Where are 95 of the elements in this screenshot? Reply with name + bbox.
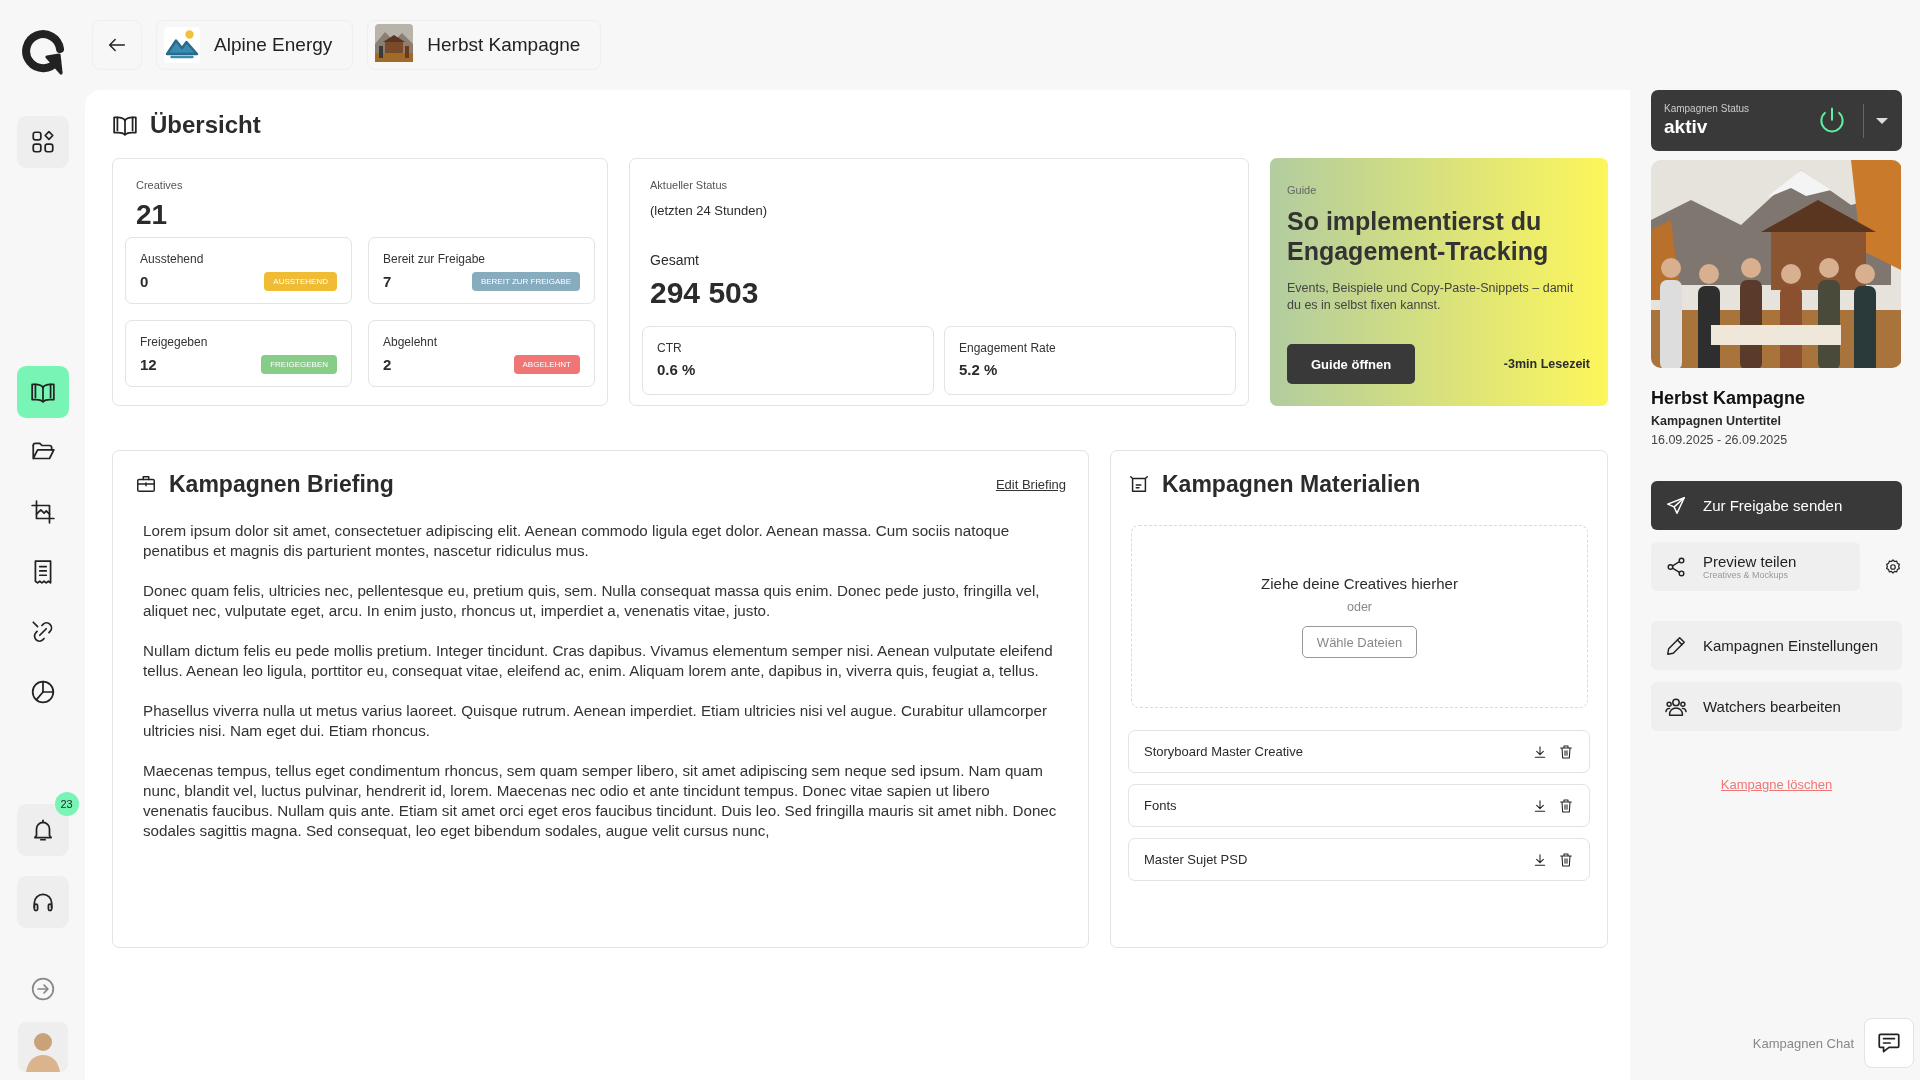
action-label: Preview teilen [1703, 553, 1797, 570]
caret-icon [1876, 117, 1888, 124]
action-sublabel: Creatives & Mockups [1703, 570, 1790, 580]
arrow-circle-icon [29, 976, 56, 1002]
status-count: 12 [140, 356, 157, 373]
drop-text: Ziehe deine Creatives hierher [1261, 575, 1458, 592]
paragraph: Nullam dictum felis eu pede mollis pretium. Integer tincidunt. Cras dapibus. Vivamus elementum semper nisi. Aenean vulputate eleifend tellus. Aenean leo ligula, porttitor eu, consequat vitae, eleifend ac, enim. Aliquam lorem ante, dapibus in, viverra quis, feugiat a, tellus. [143, 641, 1054, 681]
period-text: (letzten 24 Stunden) [650, 203, 769, 218]
guide-text: Events, Beispiele und Copy-Paste-Snippets – damit du es in selbst fixen kannst. [1287, 280, 1575, 314]
delete-button[interactable] [1558, 797, 1574, 814]
settings-icon [1884, 557, 1902, 576]
avatar-icon [17, 1022, 68, 1072]
status-count: 2 [383, 356, 392, 373]
file-row[interactable]: Master Sujet PSD [1128, 838, 1590, 881]
card-title: Kampagnen Briefing [169, 470, 394, 498]
chat-icon [1876, 1030, 1902, 1056]
share-icon [1665, 555, 1687, 578]
status-badge: BEREIT ZUR FREIGABE [471, 272, 580, 291]
status-count: 0 [140, 273, 149, 290]
trash-icon [1558, 743, 1574, 760]
status-badge: AUSSTEHEND [264, 272, 337, 291]
crop-icon [29, 499, 56, 525]
card-title: Kampagnen Materialien [1162, 470, 1421, 498]
campaign-subtitle: Kampagnen Untertitel [1651, 414, 1782, 428]
nav-button[interactable] [16, 116, 69, 168]
creatives-count: 21 [135, 199, 169, 231]
action-button[interactable]: Watchers bearbeiten [1651, 682, 1902, 731]
file-row[interactable]: Fonts [1128, 784, 1590, 827]
delete-button[interactable] [1558, 851, 1574, 868]
briefcase-icon [135, 473, 157, 495]
file-name: Master Sujet PSD [1144, 852, 1248, 867]
breadcrumb[interactable]: Herbst Kampagne [367, 20, 602, 70]
settings-button[interactable] [1884, 557, 1902, 576]
breadcrumb[interactable]: Alpine Energy [156, 20, 354, 70]
back-button[interactable] [92, 20, 142, 70]
download-icon [1532, 743, 1548, 760]
pie-chart-icon [29, 679, 56, 705]
guide-tag: Guide [1287, 184, 1590, 196]
status-label: Bereit zur Freigabe [383, 252, 487, 266]
status-count: 7 [383, 273, 392, 290]
drop-zone[interactable]: Ziehe deine Creatives hierher oder Wähle Dateien [1131, 525, 1588, 708]
status-label: Ausstehend [140, 252, 205, 266]
download-button[interactable] [1532, 743, 1548, 760]
paragraph: Phasellus viverra nulla ut metus varius laoreet. Quisque rutrum. Aenean imperdiet. Etiam ultricies nisi vel augue. Curabitur ullamcorper ultricies nisi. Nam eget dui. Etiam rhoncus. [143, 701, 1049, 741]
paragraph: Maecenas tempus, tellus eget condimentum rhoncus, sem quam semper libero, sit amet adipiscing sem neque sed ipsum. Nam quam nunc, blandit vel, luctus pulvinar, hendrerit id, lorem. Maecenas nec odio et ante tincidunt tempus. Donec vitae sapien ut libero venenatis faucibus. Nullam quis ante. Etiam sit amet orci eget eros faucibus tincidunt. Duis leo. Sed fringilla mauris sit amet nibh. Donec sodales sagittis magna. Sed consequat, leo eget bibendum sodales, augue velit cursus nunc, [143, 761, 1058, 841]
status-label: Abgelehnt [383, 335, 439, 349]
edit-link[interactable]: Edit Briefing [995, 476, 1066, 492]
notification-count: 23 [54, 792, 79, 816]
card-label: Aktueller Status [650, 179, 729, 191]
campaign-dates: 16.09.2025 - 26.09.2025 [1651, 433, 1789, 447]
download-button[interactable] [1532, 797, 1548, 814]
paragraph: Lorem ipsum dolor sit amet, consectetuer adipiscing elit. Aenean commodo ligula eget dolor. Aenean massa. Cum sociis natoque penatibus et magnis dis parturient montes, nascetur ridiculus mus. [143, 521, 1011, 561]
download-icon [1532, 851, 1548, 868]
card-label: Creatives [135, 179, 184, 191]
send-button[interactable]: Zur Freigabe senden [1651, 481, 1902, 530]
status-badge: ABGELEHNT [513, 355, 580, 374]
metric-value: 0.6 % [657, 361, 697, 378]
metric-label: CTR [657, 341, 683, 355]
support-button[interactable] [16, 876, 69, 928]
guide-button[interactable]: Guide öffnen [1287, 344, 1416, 384]
status-badge: FREIGEGEBEN [261, 355, 337, 374]
mountain-logo-icon [164, 27, 200, 63]
pencil-icon [1665, 634, 1687, 657]
action-button[interactable]: Kampagnen Einstellungen [1651, 621, 1902, 670]
separator-text: oder [1347, 600, 1372, 614]
reading-time: -3min Lesezeit [1503, 357, 1590, 371]
total-label: Gesamt [650, 252, 700, 268]
status-value: aktiv [1664, 116, 1709, 138]
download-icon [1532, 797, 1548, 814]
file-name: Fonts [1144, 798, 1177, 813]
file-name: Storyboard Master Creative [1144, 744, 1303, 759]
choose-files-button[interactable]: Wähle Dateien [1301, 626, 1418, 658]
expand-button[interactable] [29, 976, 56, 1002]
nav-button[interactable] [16, 366, 69, 418]
tray-icon [1128, 473, 1150, 495]
delete-button[interactable] [1558, 743, 1574, 760]
status-dropdown[interactable]: Kampagnen Status aktiv [1651, 90, 1902, 151]
section-title: Übersicht [150, 111, 261, 139]
total-value: 294 503 [650, 276, 760, 310]
campaign-title: Herbst Kampagne [1651, 388, 1807, 409]
metric-value: 5.2 % [959, 361, 999, 378]
chat-button[interactable] [1864, 1018, 1914, 1068]
trash-icon [1558, 851, 1574, 868]
chat-label: Kampagnen Chat [1752, 1035, 1854, 1051]
metric-label: Engagement Rate [959, 341, 1057, 355]
guide-title: So implementierst du Engagement-Tracking [1287, 206, 1550, 266]
status-label: Kampagnen Status [1664, 103, 1751, 114]
download-button[interactable] [1532, 851, 1548, 868]
file-row[interactable]: Storyboard Master Creative [1128, 730, 1590, 773]
trash-icon [1558, 797, 1574, 814]
action-button[interactable]: Preview teilen Creatives & Mockups [1651, 542, 1860, 591]
paragraph: Donec quam felis, ultricies nec, pellentesque eu, pretium quis, sem. Nulla consequat massa quis enim. Donec pede justo, fringilla vel, aliquet nec, vulputate eget, arcu. In enim justo, rhoncus ut, imperdiet a, venenatis vitae, justo. [143, 581, 1041, 621]
send-icon [1665, 494, 1687, 517]
dashboard-icon [29, 129, 56, 155]
status-label: Freigegeben [140, 335, 209, 349]
